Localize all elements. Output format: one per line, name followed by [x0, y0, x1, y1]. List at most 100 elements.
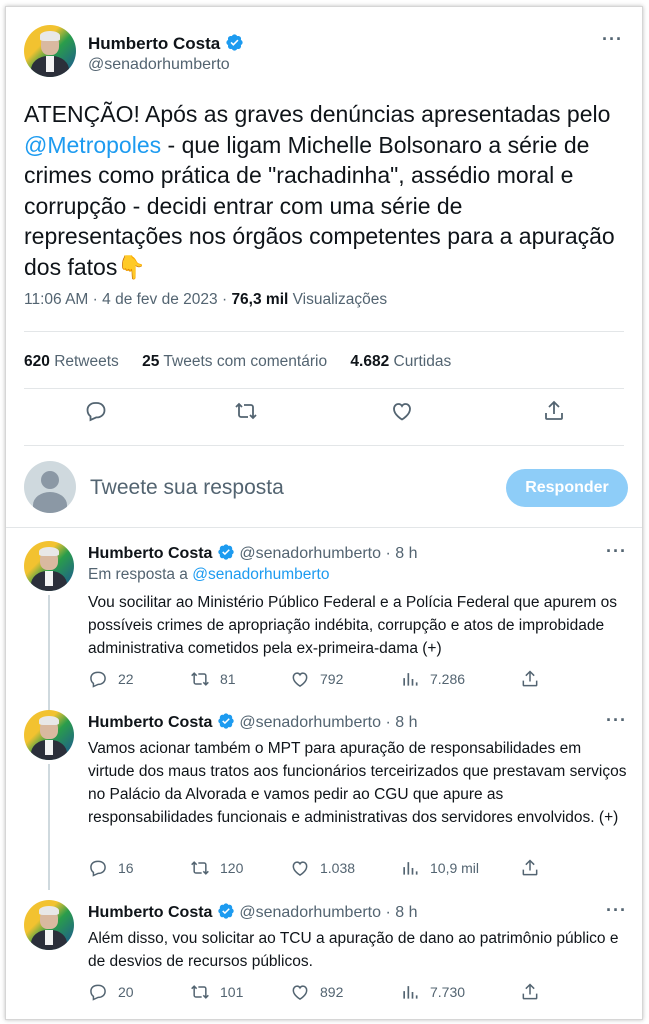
tweet-stats: 620 Retweets 25 Tweets com comentário 4.… — [24, 353, 470, 371]
retweets-count: 620 — [24, 353, 50, 370]
author-name[interactable]: Humberto Costa — [88, 545, 212, 562]
views-count: 7.286 — [430, 671, 466, 687]
verified-badge-icon — [218, 544, 234, 560]
tweet-actions: 20 101 892 7.730 — [88, 982, 628, 1004]
author-handle[interactable]: @senadorhumberto — [239, 545, 381, 562]
tweet-frame: Humberto Costa @senadorhumberto ··· ATEN… — [5, 6, 643, 1020]
quotes-stat[interactable]: 25 Tweets com comentário — [142, 353, 327, 370]
share-action[interactable] — [520, 669, 540, 689]
reply-action[interactable]: 22 — [88, 669, 134, 689]
in-reply-handle[interactable]: @senadorhumberto — [192, 566, 329, 583]
like-count: 1.038 — [320, 860, 356, 876]
reply-count: 16 — [118, 860, 134, 876]
views-count: 10,9 mil — [430, 860, 480, 876]
like-action[interactable]: 792 — [290, 669, 343, 689]
in-reply-label: Em resposta a — [88, 566, 188, 583]
quotes-label: Tweets com comentário — [163, 353, 328, 370]
share-icon — [522, 670, 538, 687]
reply-icon — [90, 984, 106, 1001]
retweet-count: 81 — [220, 671, 236, 687]
views-chart-icon — [403, 862, 418, 875]
more-options-icon[interactable]: ··· — [606, 710, 627, 731]
tweet-meta: 11:06 AM · 4 de fev de 2023 · 76,3 mil V… — [24, 291, 387, 309]
views-count: 76,3 mil — [231, 291, 289, 308]
views-chart-icon — [403, 986, 418, 999]
reply-icon — [90, 671, 106, 688]
quotes-count: 25 — [142, 353, 160, 370]
retweet-count: 101 — [220, 984, 244, 1000]
retweets-stat[interactable]: 620 Retweets — [24, 353, 119, 370]
in-reply-to: Em resposta a @senadorhumberto — [88, 566, 329, 584]
views-action[interactable]: 10,9 mil — [400, 858, 479, 878]
author-avatar[interactable] — [24, 710, 74, 760]
retweet-icon[interactable] — [234, 399, 258, 423]
author-name[interactable]: Humberto Costa — [88, 714, 212, 731]
retweet-icon — [191, 985, 209, 999]
header-separator: · — [385, 904, 391, 921]
tweet-actions: 22 81 792 7.286 — [88, 669, 628, 691]
pointing-down-emoji: 👇 — [117, 253, 146, 280]
tweet-time[interactable]: 8 h — [395, 904, 417, 921]
retweets-label: Retweets — [54, 353, 119, 370]
author-avatar[interactable] — [24, 541, 74, 591]
author-handle[interactable]: @senadorhumberto — [88, 56, 230, 74]
reply-button[interactable]: Responder — [506, 469, 628, 507]
mention-link[interactable]: @Metropoles — [24, 132, 161, 158]
retweet-action[interactable]: 81 — [190, 669, 236, 689]
like-action[interactable]: 892 — [290, 982, 343, 1002]
more-options-icon[interactable]: ··· — [606, 900, 627, 921]
more-options-icon[interactable]: ··· — [606, 541, 627, 562]
retweet-count: 120 — [220, 860, 244, 876]
like-count: 892 — [320, 984, 344, 1000]
reply-action[interactable]: 20 — [88, 982, 134, 1002]
retweet-icon — [191, 672, 209, 686]
header-separator: · — [385, 545, 391, 562]
share-action[interactable] — [520, 858, 540, 878]
meta-separator: · — [221, 291, 228, 308]
tweet-time[interactable]: 11:06 AM — [24, 291, 88, 308]
share-icon[interactable] — [542, 399, 566, 423]
verified-badge-icon — [218, 713, 234, 729]
author-avatar[interactable] — [24, 900, 74, 950]
more-options-icon[interactable]: ··· — [602, 29, 623, 50]
reply-icon[interactable] — [84, 399, 108, 423]
likes-count: 4.682 — [350, 353, 390, 370]
tweet-time[interactable]: 8 h — [395, 714, 417, 731]
share-action[interactable] — [520, 982, 540, 1002]
author-handle[interactable]: @senadorhumberto — [239, 904, 381, 921]
likes-label: Curtidas — [393, 353, 452, 370]
reply-count: 22 — [118, 671, 134, 687]
tweet-actions: 16 120 1.038 10,9 mil — [88, 858, 628, 880]
reply-input[interactable]: Tweete sua resposta — [90, 476, 284, 500]
tweet-header: Humberto Costa @senadorhumberto · 8 h — [88, 543, 418, 563]
reply-count: 20 — [118, 984, 134, 1000]
tweet-text: ATENÇÃO! Após as graves denúncias aprese… — [24, 99, 624, 282]
views-action[interactable]: 7.286 — [400, 669, 465, 689]
author-name-row[interactable]: Humberto Costa — [88, 33, 244, 54]
like-action[interactable]: 1.038 — [290, 858, 355, 878]
tweet-text: Vamos acionar também o MPT para apuração… — [88, 740, 627, 826]
likes-stat[interactable]: 4.682 Curtidas — [350, 353, 451, 370]
thread-line — [48, 764, 50, 890]
tweet-time[interactable]: 8 h — [395, 545, 417, 562]
meta-separator: · — [92, 291, 98, 308]
divider — [24, 331, 624, 332]
user-avatar-placeholder — [24, 461, 76, 513]
tweet-text: Vou socilitar ao Ministério Público Fede… — [88, 594, 617, 657]
tweet-text: Além disso, vou solicitar ao TCU a apura… — [88, 930, 619, 970]
header-separator: · — [385, 714, 391, 731]
like-icon[interactable] — [390, 399, 414, 423]
author-name[interactable]: Humberto Costa — [88, 904, 212, 921]
tweet-date[interactable]: 4 de fev de 2023 — [102, 291, 218, 308]
reply-action[interactable]: 16 — [88, 858, 134, 878]
like-icon — [292, 861, 308, 876]
retweet-action[interactable]: 101 — [190, 982, 243, 1002]
tweet-header: Humberto Costa @senadorhumberto · 8 h — [88, 902, 418, 922]
author-avatar[interactable] — [24, 25, 76, 77]
views-action[interactable]: 7.730 — [400, 982, 465, 1002]
tweet-text-part: ATENÇÃO! Após as graves denúncias aprese… — [24, 101, 611, 127]
author-name[interactable]: Humberto Costa — [88, 34, 220, 53]
author-handle[interactable]: @senadorhumberto — [239, 714, 381, 731]
tweet-header: Humberto Costa @senadorhumberto · 8 h — [88, 712, 418, 732]
retweet-action[interactable]: 120 — [190, 858, 243, 878]
